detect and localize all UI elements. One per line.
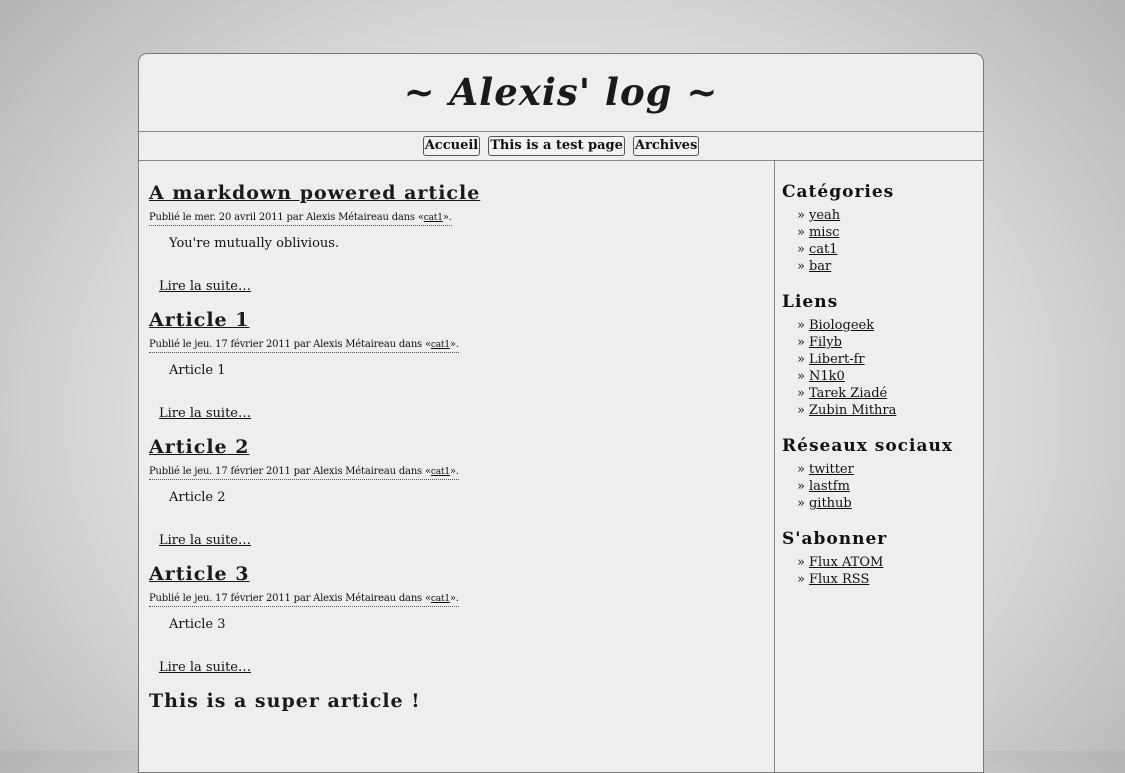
- bullet-glyph: »: [797, 462, 805, 477]
- site-header: ~ Alexis' log ~: [139, 54, 983, 132]
- article-summary: Article 2: [169, 490, 226, 505]
- article-category-link[interactable]: cat1: [424, 213, 443, 223]
- read-more-link[interactable]: Lire la suite…: [159, 406, 251, 422]
- article-entry: Article 2 Publié le jeu. 17 février 2011…: [149, 435, 774, 549]
- social-link-twitter[interactable]: twitter: [809, 462, 854, 477]
- feed-link-rss[interactable]: Flux RSS: [809, 572, 869, 587]
- blogroll-link[interactable]: Tarek Ziadé: [809, 386, 887, 401]
- bullet-glyph: »: [797, 403, 805, 418]
- article-summary: Article 1: [169, 363, 226, 378]
- article-title[interactable]: A markdown powered article: [149, 181, 480, 205]
- social-link-github[interactable]: github: [809, 496, 852, 511]
- main-nav: Accueil This is a test page Archives: [139, 132, 983, 161]
- list-item: » N1k0: [797, 368, 982, 385]
- article-title[interactable]: This is a super article !: [149, 689, 421, 713]
- bullet-glyph: »: [797, 225, 805, 240]
- article-meta: Publié le jeu. 17 février 2011 par Alexi…: [149, 338, 459, 353]
- blogroll-link[interactable]: Biologeek: [809, 318, 874, 333]
- article-summary: You're mutually oblivious.: [169, 236, 340, 251]
- nav-archives-button[interactable]: Archives: [632, 136, 700, 156]
- list-item: » Tarek Ziadé: [797, 385, 982, 402]
- social-section: Réseaux sociaux » twitter » lastfm » github: [782, 435, 982, 512]
- read-more-link[interactable]: Lire la suite…: [159, 660, 251, 676]
- bullet-glyph: »: [797, 242, 805, 257]
- bullet-glyph: »: [797, 259, 805, 274]
- list-item: » Biologeek: [797, 317, 982, 334]
- list-item: » Filyb: [797, 334, 982, 351]
- article-entry: Article 3 Publié le jeu. 17 février 2011…: [149, 562, 774, 676]
- article-title[interactable]: Article 2: [149, 435, 249, 459]
- list-item: » Flux RSS: [797, 571, 982, 588]
- blogroll-link[interactable]: Zubin Mithra: [809, 403, 896, 418]
- category-link-misc[interactable]: misc: [809, 225, 839, 240]
- nav-test-page-button[interactable]: This is a test page: [488, 136, 625, 156]
- list-item: » yeah: [797, 207, 982, 224]
- list-item: » Libert-fr: [797, 351, 982, 368]
- article-entry: This is a super article !: [149, 689, 774, 713]
- nav-home-button[interactable]: Accueil: [422, 136, 481, 156]
- article-entry: Article 1 Publié le jeu. 17 février 2011…: [149, 308, 774, 422]
- article-category-link[interactable]: cat1: [431, 340, 450, 350]
- article-title[interactable]: Article 1: [149, 308, 249, 332]
- site-title[interactable]: ~ Alexis' log ~: [139, 54, 983, 131]
- article-summary: Article 3: [169, 617, 226, 632]
- bullet-glyph: »: [797, 555, 805, 570]
- bullet-glyph: »: [797, 208, 805, 223]
- subscribe-list: » Flux ATOM » Flux RSS: [782, 554, 982, 588]
- list-item: » twitter: [797, 461, 982, 478]
- feed-link-atom[interactable]: Flux ATOM: [809, 555, 883, 570]
- links-section: Liens » Biologeek » Filyb » Libert-fr » N1k0…: [782, 291, 982, 419]
- read-more-link[interactable]: Lire la suite…: [159, 279, 251, 295]
- blogroll-link[interactable]: Filyb: [809, 335, 842, 350]
- links-list: » Biologeek » Filyb » Libert-fr » N1k0 » Tare…: [782, 317, 982, 419]
- article-meta: Publié le jeu. 17 février 2011 par Alexi…: [149, 592, 459, 607]
- social-link-lastfm[interactable]: lastfm: [809, 479, 850, 494]
- categories-heading: Catégories: [782, 182, 895, 202]
- bullet-glyph: »: [797, 318, 805, 333]
- bullet-glyph: »: [797, 496, 805, 511]
- article-meta: Publié le mer. 20 avril 2011 par Alexis …: [149, 211, 452, 226]
- page-container: ~ Alexis' log ~ Accueil This is a test p…: [138, 53, 984, 773]
- categories-section: Catégories » yeah » misc » cat1 » bar: [782, 181, 982, 275]
- list-item: » cat1: [797, 241, 982, 258]
- article-list: A markdown powered article Publié le mer…: [139, 161, 775, 772]
- bullet-glyph: »: [797, 335, 805, 350]
- bullet-glyph: »: [797, 386, 805, 401]
- list-item: » misc: [797, 224, 982, 241]
- bullet-glyph: »: [797, 572, 805, 587]
- category-link-bar[interactable]: bar: [809, 259, 831, 274]
- sidebar: Catégories » yeah » misc » cat1 » bar Liens …: [782, 161, 982, 604]
- social-list: » twitter » lastfm » github: [782, 461, 982, 512]
- category-link-yeah[interactable]: yeah: [809, 208, 840, 223]
- subscribe-section: S'abonner » Flux ATOM » Flux RSS: [782, 528, 982, 588]
- categories-list: » yeah » misc » cat1 » bar: [782, 207, 982, 275]
- article-category-link[interactable]: cat1: [431, 467, 450, 477]
- category-link-cat1[interactable]: cat1: [809, 242, 838, 257]
- social-heading: Réseaux sociaux: [782, 436, 953, 456]
- list-item: » Zubin Mithra: [797, 402, 982, 419]
- list-item: » bar: [797, 258, 982, 275]
- article-title[interactable]: Article 3: [149, 562, 249, 586]
- list-item: » Flux ATOM: [797, 554, 982, 571]
- article-category-link[interactable]: cat1: [431, 594, 450, 604]
- links-heading: Liens: [782, 292, 839, 312]
- read-more-link[interactable]: Lire la suite…: [159, 533, 251, 549]
- list-item: » lastfm: [797, 478, 982, 495]
- blogroll-link[interactable]: Libert-fr: [809, 352, 865, 367]
- subscribe-heading: S'abonner: [782, 529, 888, 549]
- article-entry: A markdown powered article Publié le mer…: [149, 181, 774, 295]
- bullet-glyph: »: [797, 352, 805, 367]
- blogroll-link[interactable]: N1k0: [809, 369, 845, 384]
- article-meta: Publié le jeu. 17 février 2011 par Alexi…: [149, 465, 459, 480]
- list-item: » github: [797, 495, 982, 512]
- bullet-glyph: »: [797, 369, 805, 384]
- bullet-glyph: »: [797, 479, 805, 494]
